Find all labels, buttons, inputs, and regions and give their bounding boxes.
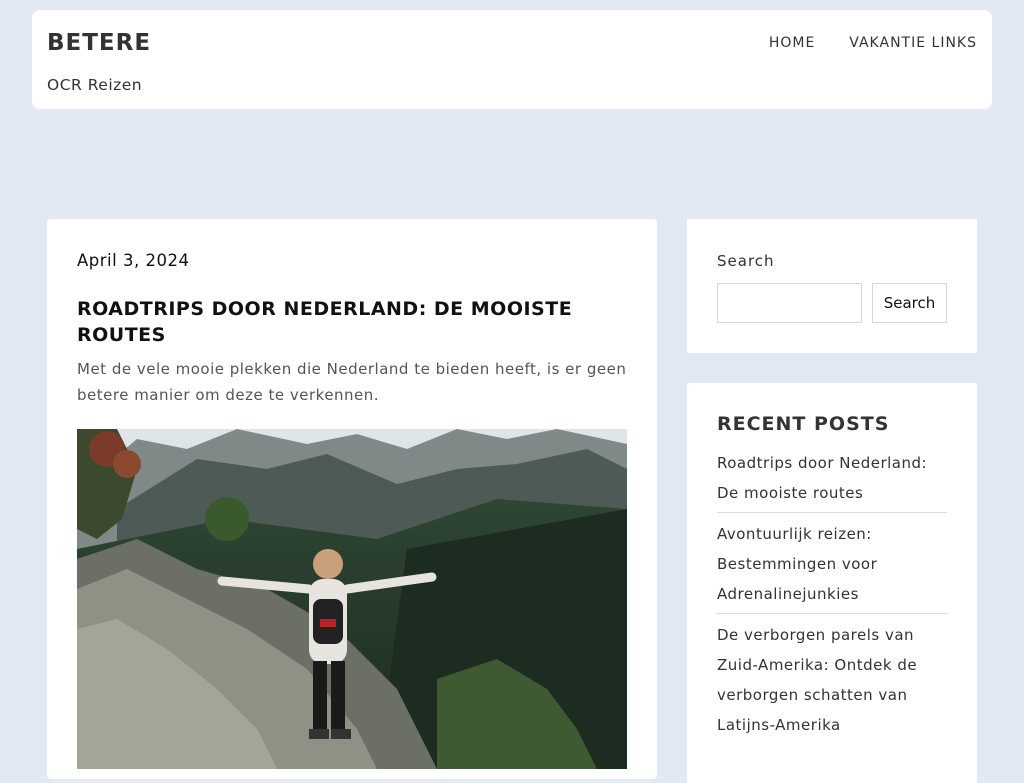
site-header: BETERE OCR Reizen HOME VAKANTIE LINKS [32,10,992,109]
recent-posts-widget: RECENT POSTS Roadtrips door Nederland: D… [687,383,977,783]
search-button[interactable]: Search [872,283,947,323]
nav-item-home[interactable]: HOME [769,35,815,51]
recent-post-link[interactable]: De verborgen parels van Zuid-Amerika: On… [717,626,917,734]
post-featured-image[interactable] [77,429,627,769]
site-title[interactable]: BETERE [47,30,151,56]
list-item: De verborgen parels van Zuid-Amerika: On… [717,618,947,744]
recent-posts-list: Roadtrips door Nederland: De mooiste rou… [717,446,947,748]
list-item: Avontuurlijk reizen: Bestemmingen voor A… [717,517,947,614]
recent-posts-title: RECENT POSTS [717,413,890,435]
post-title[interactable]: ROADTRIPS DOOR NEDERLAND: DE MOOISTE ROU… [77,296,627,348]
site-tagline: OCR Reizen [47,76,143,94]
search-input[interactable] [717,283,862,323]
nav-item-vakantie-links[interactable]: VAKANTIE LINKS [849,35,977,51]
post-card: April 3, 2024 ROADTRIPS DOOR NEDERLAND: … [47,219,657,779]
search-widget: Search Search [687,219,977,353]
search-label: Search [717,252,775,270]
post-excerpt: Met de vele mooie plekken die Nederland … [77,360,627,404]
recent-post-link[interactable]: Roadtrips door Nederland: De mooiste rou… [717,454,927,502]
hiker-mountain-image [77,429,627,769]
post-date[interactable]: April 3, 2024 [77,251,189,270]
main-nav: HOME VAKANTIE LINKS [769,35,977,51]
list-item: Roadtrips door Nederland: De mooiste rou… [717,446,947,513]
recent-post-link[interactable]: Avontuurlijk reizen: Bestemmingen voor A… [717,525,877,603]
